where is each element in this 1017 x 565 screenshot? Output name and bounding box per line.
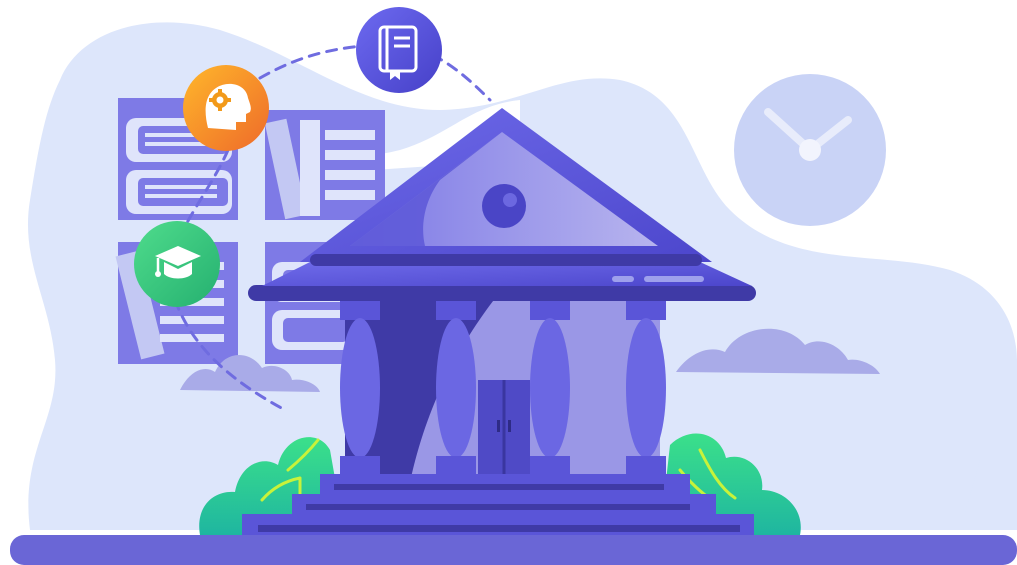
brain-gear-icon (183, 65, 269, 151)
clock-icon (734, 74, 886, 226)
pediment-ornament (482, 184, 526, 228)
door (478, 380, 530, 476)
illustration-scene (0, 0, 1017, 565)
book-icon (356, 7, 442, 93)
graduation-cap-icon (134, 221, 220, 307)
ground (10, 535, 1017, 565)
